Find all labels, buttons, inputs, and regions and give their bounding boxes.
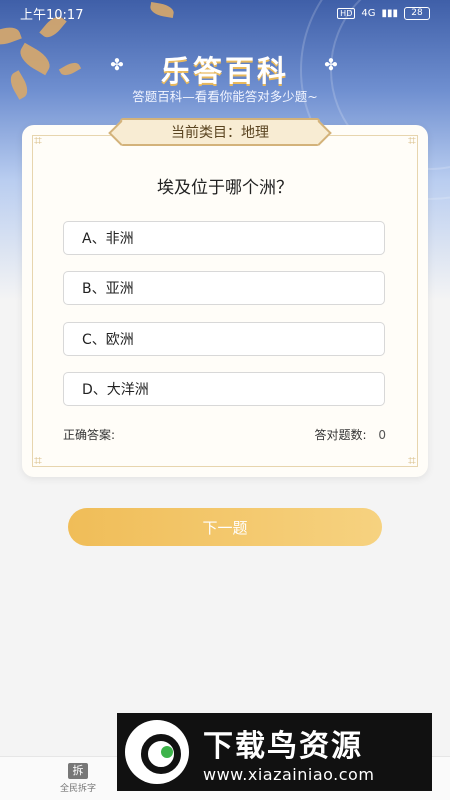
network-icon: 4G xyxy=(361,7,376,19)
nav-label: 全民拆字 xyxy=(59,784,96,794)
question-text: 埃及位于哪个洲？ xyxy=(157,178,293,198)
watermark-text: 下载鸟资源 www.xiazainiao.com xyxy=(203,721,374,784)
category-label: 当前类目：地理 xyxy=(171,125,269,141)
corner-ornament-icon: ⌗ xyxy=(408,133,416,149)
app-subtitle: 答题百科—看看你能答对多少题~ xyxy=(132,89,318,104)
corner-ornament-icon: ⌗ xyxy=(34,133,42,149)
option-d[interactable]: D、大洋洲 xyxy=(63,372,385,406)
watermark-banner: 下载鸟资源 www.xiazainiao.com xyxy=(117,713,432,791)
option-b[interactable]: B、亚洲 xyxy=(63,271,385,305)
bird-logo-icon xyxy=(125,720,189,784)
option-label: D、大洋洲 xyxy=(82,382,149,398)
next-question-button[interactable]: 下一题 xyxy=(68,508,382,546)
correct-answer: 正确答案: xyxy=(63,426,115,443)
nav-item-chaizi[interactable]: 拆 全民拆字 xyxy=(58,763,98,794)
score-value: 0 xyxy=(378,428,386,442)
watermark-url: www.xiazainiao.com xyxy=(203,764,375,784)
option-label: B、亚洲 xyxy=(82,281,134,297)
battery-icon: 28 xyxy=(404,6,430,20)
status-bar: 上午10:17 HD 4G ▮▮▮ 28 xyxy=(0,0,450,26)
watermark-title: 下载鸟资源 xyxy=(203,728,363,764)
clover-ornament-icon: ✤ xyxy=(324,55,338,74)
status-icons: HD 4G ▮▮▮ 28 xyxy=(337,6,430,20)
score-label: 答对题数: xyxy=(314,428,367,442)
correct-answer-label: 正确答案: xyxy=(63,428,116,442)
score: 答对题数: 0 xyxy=(314,426,386,443)
chaizi-icon: 拆 xyxy=(68,763,88,779)
app-title: 乐答百科 xyxy=(160,54,289,88)
corner-ornament-icon: ⌗ xyxy=(34,453,42,469)
category-tag: 当前类目：地理 xyxy=(120,118,320,146)
option-label: C、欧洲 xyxy=(82,332,134,348)
option-a[interactable]: A、非洲 xyxy=(63,221,385,255)
status-time: 上午10:17 xyxy=(20,7,84,23)
leaf-icon xyxy=(0,23,22,49)
option-c[interactable]: C、欧洲 xyxy=(63,322,385,356)
signal-icon: ▮▮▮ xyxy=(381,7,398,19)
option-label: A、非洲 xyxy=(82,231,134,247)
hd-icon: HD xyxy=(337,7,356,19)
corner-ornament-icon: ⌗ xyxy=(408,453,416,469)
